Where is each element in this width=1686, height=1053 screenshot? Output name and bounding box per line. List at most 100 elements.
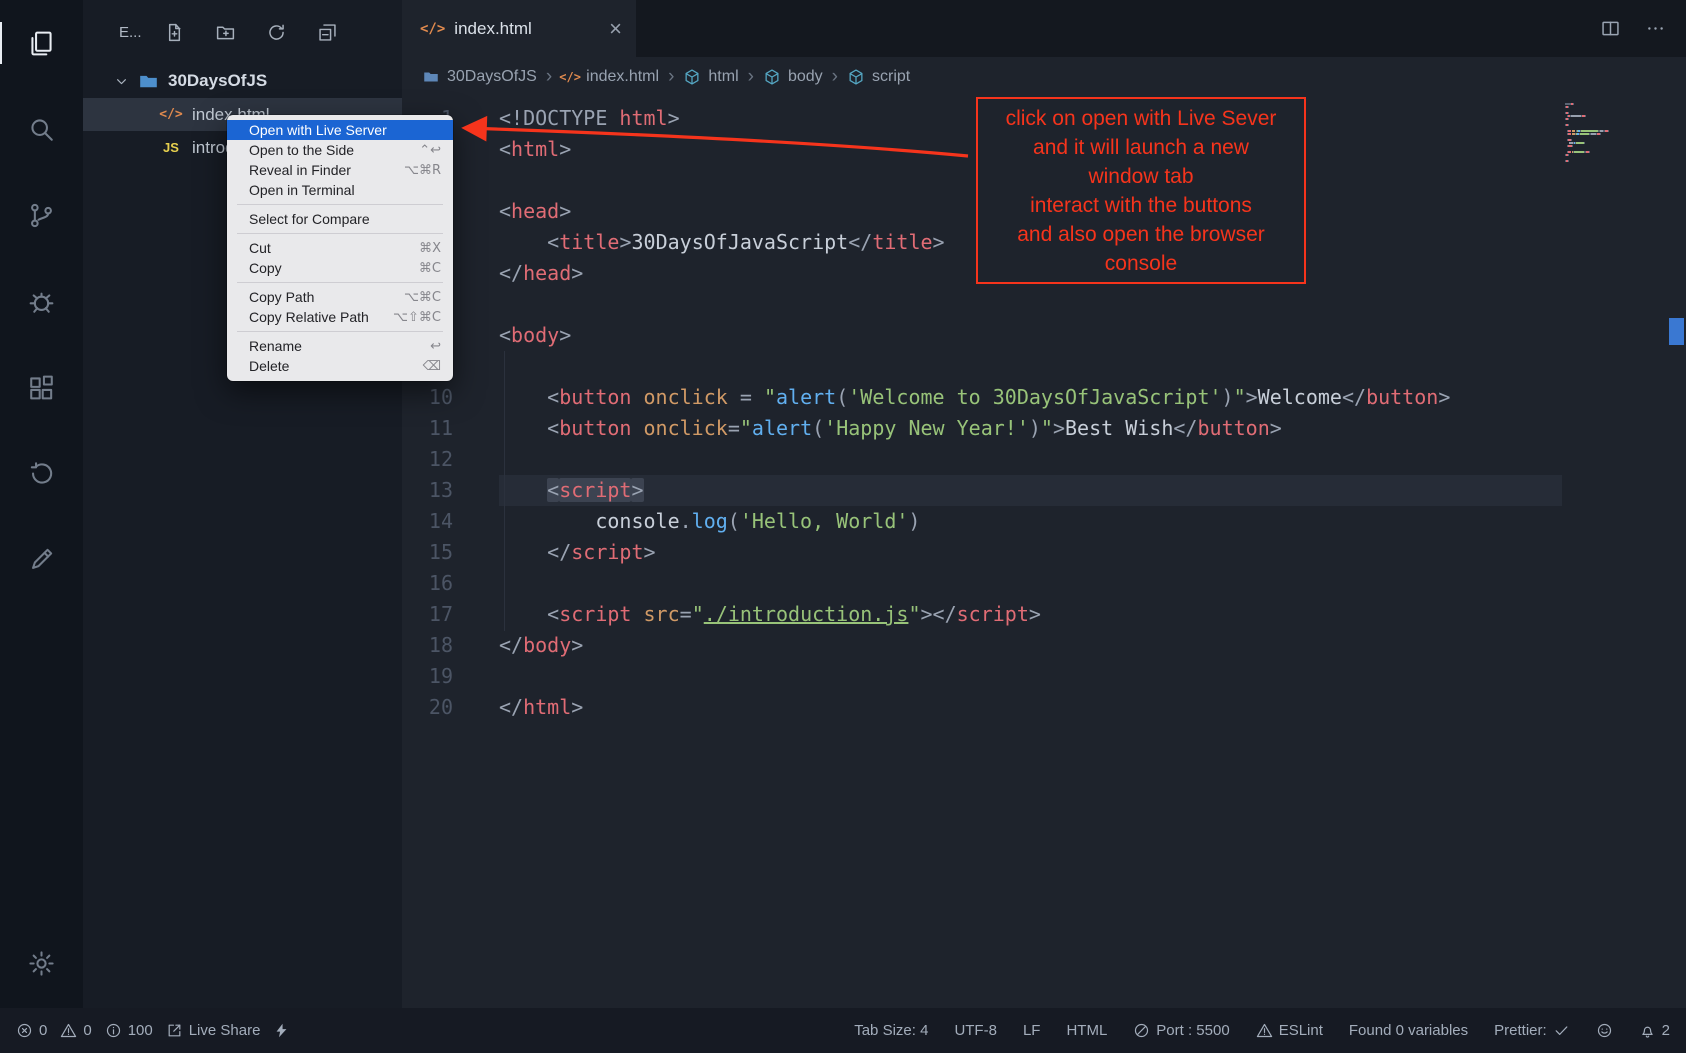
line-number: 12 bbox=[402, 444, 453, 475]
minimap-line bbox=[1565, 154, 1660, 156]
menu-item-open-in-terminal[interactable]: Open in Terminal bbox=[227, 180, 453, 200]
activity-extensions[interactable] bbox=[0, 344, 83, 430]
menu-item-rename[interactable]: Rename↩ bbox=[227, 336, 453, 356]
breadcrumb-html[interactable]: html bbox=[683, 68, 738, 86]
menu-item-shortcut: ⌘C bbox=[419, 261, 441, 276]
symbol-cube-icon bbox=[847, 68, 865, 86]
code-line[interactable]: 11 <button onclick="alert('Happy New Yea… bbox=[402, 413, 1686, 444]
vscode-window: E... 30DaysOfJS </>index.htmlJSintroduct… bbox=[0, 0, 1686, 1053]
tab-index-html[interactable]: </> index.html × bbox=[402, 0, 636, 57]
minimap-line bbox=[1565, 118, 1660, 120]
status-utf-8[interactable]: UTF-8 bbox=[954, 1022, 997, 1039]
activity-settings[interactable] bbox=[0, 928, 83, 998]
status-port-5500[interactable]: Port : 5500 bbox=[1133, 1022, 1229, 1039]
line-number: 14 bbox=[402, 506, 453, 537]
close-tab-icon[interactable]: × bbox=[609, 18, 622, 40]
error-circle-icon bbox=[16, 1022, 33, 1039]
status-lightning[interactable] bbox=[273, 1022, 290, 1039]
code-line[interactable]: 12 bbox=[402, 444, 1686, 475]
menu-item-delete[interactable]: Delete⌫ bbox=[227, 356, 453, 376]
gear-icon bbox=[27, 949, 56, 978]
new-file-icon[interactable] bbox=[164, 22, 185, 43]
code-line[interactable]: 20</html> bbox=[402, 692, 1686, 723]
code-line[interactable]: 17 <script src="./introduction.js"></scr… bbox=[402, 599, 1686, 630]
line-number: 15 bbox=[402, 537, 453, 568]
minimap[interactable] bbox=[1565, 103, 1660, 163]
activity-source-control[interactable] bbox=[0, 172, 83, 258]
refresh-explorer-icon[interactable] bbox=[266, 22, 287, 43]
menu-item-select-for-compare[interactable]: Select for Compare bbox=[227, 209, 453, 229]
activity-feedback[interactable] bbox=[0, 516, 83, 602]
collapse-folders-icon[interactable] bbox=[317, 22, 338, 43]
feedback-icon bbox=[27, 545, 56, 574]
code-line[interactable]: 10 <button onclick = "alert('Welcome to … bbox=[402, 382, 1686, 413]
code-line-text: </html> bbox=[499, 692, 583, 723]
code-line[interactable]: 14 console.log('Hello, World') bbox=[402, 506, 1686, 537]
menu-item-copy-path[interactable]: Copy Path⌥⌘C bbox=[227, 287, 453, 307]
code-line[interactable]: 16 bbox=[402, 568, 1686, 599]
menu-item-copy[interactable]: Copy⌘C bbox=[227, 258, 453, 278]
minimap-line bbox=[1565, 115, 1660, 117]
status-found-0-variables[interactable]: Found 0 variables bbox=[1349, 1022, 1468, 1039]
more-actions-icon[interactable] bbox=[1645, 18, 1666, 39]
explorer-actions bbox=[164, 22, 338, 43]
breadcrumb-30daysofjs[interactable]: 30DaysOfJS bbox=[422, 68, 537, 86]
menu-item-cut[interactable]: Cut⌘X bbox=[227, 238, 453, 258]
status-smiley[interactable] bbox=[1596, 1022, 1613, 1039]
breadcrumb-label: body bbox=[788, 68, 823, 86]
breadcrumb-body[interactable]: body bbox=[763, 68, 823, 86]
status-label: Tab Size: 4 bbox=[854, 1022, 928, 1039]
menu-item-open-to-the-side[interactable]: Open to the Side⌃↩ bbox=[227, 140, 453, 160]
code-line[interactable]: 13 <script> bbox=[402, 475, 1686, 506]
activity-run-debug[interactable] bbox=[0, 258, 83, 344]
explorer-header: E... bbox=[83, 0, 402, 64]
minimap-line bbox=[1565, 133, 1660, 135]
status-0[interactable]: 0 bbox=[16, 1022, 47, 1039]
code-line[interactable]: 19 bbox=[402, 661, 1686, 692]
new-folder-icon[interactable] bbox=[215, 22, 236, 43]
breadcrumb-index-html[interactable]: </>index.html bbox=[561, 68, 659, 86]
code-line[interactable]: 8<body> bbox=[402, 320, 1686, 351]
status-eslint[interactable]: ESLint bbox=[1256, 1022, 1323, 1039]
activity-history[interactable] bbox=[0, 430, 83, 516]
status-0[interactable]: 0 bbox=[60, 1022, 91, 1039]
context-menu-items: Open with Live ServerOpen to the Side⌃↩R… bbox=[227, 120, 453, 376]
context-menu: Open with Live ServerOpen to the Side⌃↩R… bbox=[227, 115, 453, 381]
activity-bar bbox=[0, 0, 83, 1008]
folder-icon bbox=[138, 71, 159, 92]
menu-item-reveal-in-finder[interactable]: Reveal in Finder⌥⌘R bbox=[227, 160, 453, 180]
code-line[interactable]: 18</body> bbox=[402, 630, 1686, 661]
folder-row-30daysofjs[interactable]: 30DaysOfJS bbox=[83, 64, 402, 98]
activity-explorer[interactable] bbox=[0, 0, 83, 86]
minimap-line bbox=[1565, 145, 1660, 147]
status-html[interactable]: HTML bbox=[1066, 1022, 1107, 1039]
status-prettier[interactable]: Prettier: bbox=[1494, 1022, 1570, 1039]
menu-item-label: Open with Live Server bbox=[249, 122, 387, 138]
status-label: 100 bbox=[128, 1022, 153, 1039]
menu-separator bbox=[237, 331, 443, 332]
status-tab-size-4[interactable]: Tab Size: 4 bbox=[854, 1022, 928, 1039]
js-file-icon: JS bbox=[159, 140, 183, 155]
menu-item-open-with-live-server[interactable]: Open with Live Server bbox=[227, 120, 453, 140]
minimap-line bbox=[1565, 136, 1660, 138]
code-line-text: <script src="./introduction.js"></script… bbox=[499, 599, 1041, 630]
breadcrumb-script[interactable]: script bbox=[847, 68, 910, 86]
status-2[interactable]: 2 bbox=[1639, 1022, 1670, 1039]
extensions-icon bbox=[27, 373, 56, 402]
split-editor-icon[interactable] bbox=[1600, 18, 1621, 39]
menu-item-copy-relative-path[interactable]: Copy Relative Path⌥⇧⌘C bbox=[227, 307, 453, 327]
status-label: LF bbox=[1023, 1022, 1041, 1039]
live-share-icon bbox=[166, 1022, 183, 1039]
activity-bar-items bbox=[0, 0, 83, 602]
code-line[interactable]: 15 </script> bbox=[402, 537, 1686, 568]
annotation-line: click on open with Live Sever bbox=[978, 104, 1304, 133]
explorer-title: E... bbox=[119, 24, 142, 41]
status-live-share[interactable]: Live Share bbox=[166, 1022, 261, 1039]
code-line[interactable]: 9 bbox=[402, 351, 1686, 382]
code-line[interactable]: 7 bbox=[402, 289, 1686, 320]
explorer-icon bbox=[27, 29, 56, 58]
activity-search[interactable] bbox=[0, 86, 83, 172]
code-line-text: </script> bbox=[499, 537, 656, 568]
status-100[interactable]: 100 bbox=[105, 1022, 153, 1039]
status-lf[interactable]: LF bbox=[1023, 1022, 1041, 1039]
